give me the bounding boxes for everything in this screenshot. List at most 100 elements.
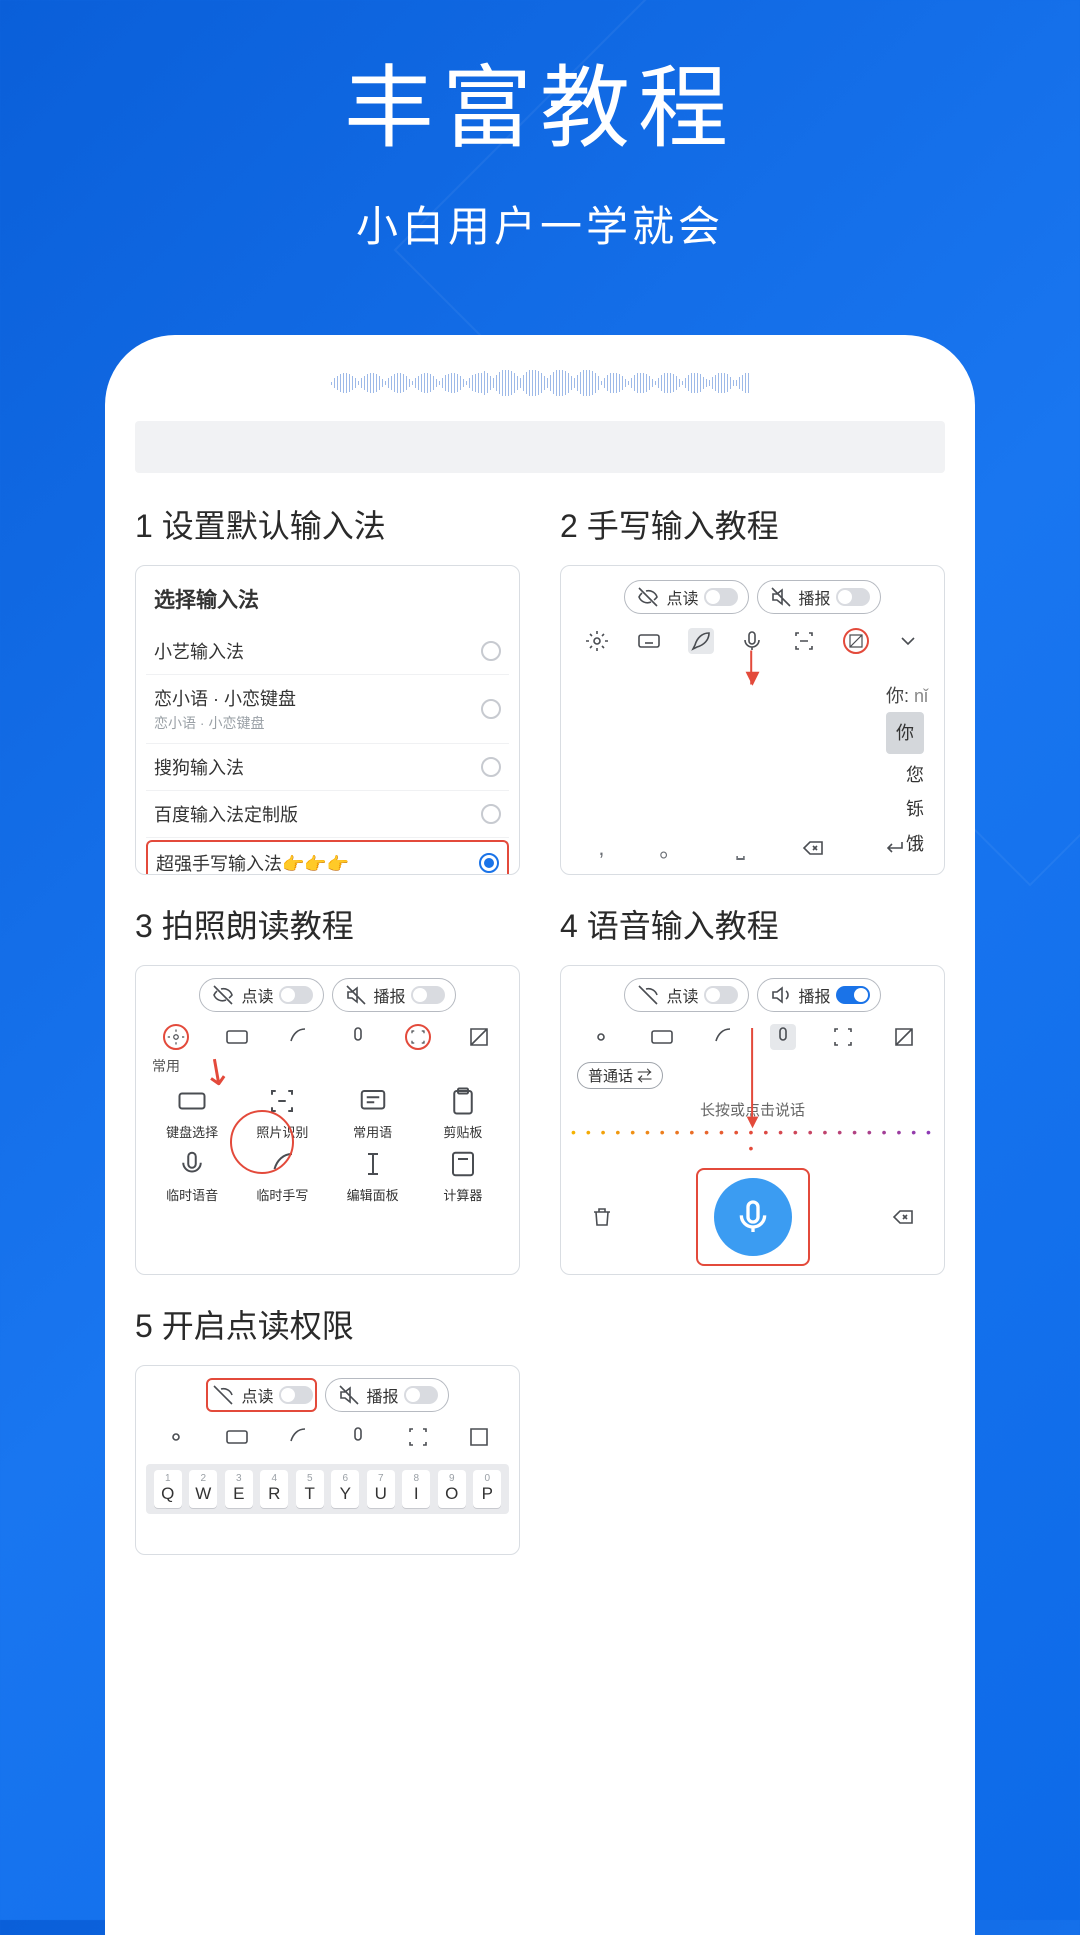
mic-button[interactable] <box>714 1178 792 1256</box>
tool-phrases[interactable]: 常用语 <box>331 1084 415 1141</box>
ime-option[interactable]: 恋小语 · 小恋键盘 恋小语 · 小恋键盘 <box>146 675 509 744</box>
key-Q[interactable]: 1Q <box>154 1470 182 1508</box>
gear-icon[interactable] <box>588 1024 614 1050</box>
tool-keyboard-select[interactable]: 键盘选择 <box>150 1084 234 1141</box>
dianread-toggle[interactable]: 点读 <box>206 1378 316 1412</box>
dianread-label: 点读 <box>666 585 698 609</box>
gear-icon[interactable] <box>584 628 610 654</box>
feather-icon[interactable] <box>284 1424 310 1450</box>
backspace-icon[interactable] <box>890 1204 916 1230</box>
enter-icon[interactable] <box>881 835 907 861</box>
highlight-arrow: │▾ <box>571 660 934 682</box>
key-Y[interactable]: 6Y <box>331 1470 359 1508</box>
tutorial-cell-1: 1 设置默认输入法 选择输入法 小艺输入法 恋小语 · 小恋键盘 恋小语 · 小… <box>135 501 520 875</box>
audio-waveform <box>189 369 891 397</box>
keyboard-icon[interactable] <box>224 1424 250 1450</box>
space-key[interactable]: ⎵ <box>736 835 745 861</box>
keyboard-icon[interactable] <box>224 1024 250 1050</box>
bobao-toggle[interactable]: 播报 <box>332 978 456 1012</box>
candidate[interactable]: 您 <box>906 765 924 785</box>
tutorial-cell-4: 4 语音输入教程 点读 播报 <box>560 901 945 1275</box>
toggle-icon <box>279 1386 313 1404</box>
card-photo-read: 点读 播报 常用 <box>135 965 520 1275</box>
feather-icon[interactable] <box>709 1024 735 1050</box>
dianread-toggle[interactable]: 点读 <box>199 978 323 1012</box>
key-I[interactable]: 8I <box>402 1470 430 1508</box>
tutorial-cell-3: 3 拍照朗读教程 点读 播报 <box>135 901 520 1275</box>
radio-selected-icon <box>479 853 499 873</box>
gear-icon[interactable] <box>163 1424 189 1450</box>
tool-calculator[interactable]: 计算器 <box>421 1147 505 1204</box>
ime-option-label: 小艺输入法 <box>154 638 244 664</box>
tutorial-title-2: 2 手写输入教程 <box>560 501 945 547</box>
key-W[interactable]: 2W <box>189 1470 217 1508</box>
candidate[interactable]: 铄 <box>906 799 924 819</box>
ime-option-selected[interactable]: 超强手写输入法👉👉👉 <box>146 840 509 875</box>
scan-icon[interactable] <box>405 1424 431 1450</box>
gear-icon[interactable] <box>163 1024 189 1050</box>
bobao-label: 播报 <box>799 585 831 609</box>
bobao-toggle[interactable]: 播报 <box>757 978 881 1012</box>
radio-icon <box>481 757 501 777</box>
scan-icon[interactable] <box>405 1024 431 1050</box>
volume-off-icon <box>768 584 794 610</box>
feather-icon[interactable] <box>284 1024 310 1050</box>
radio-icon <box>481 641 501 661</box>
dianread-toggle[interactable]: 点读 <box>624 580 748 614</box>
scan-icon[interactable] <box>791 628 817 654</box>
ime-option-sublabel: 恋小语 · 小恋键盘 <box>154 713 296 733</box>
key-T[interactable]: 5T <box>296 1470 324 1508</box>
keyboard-toolbar <box>146 1418 509 1456</box>
ime-option[interactable]: 百度输入法定制版 <box>146 791 509 838</box>
key-U[interactable]: 7U <box>367 1470 395 1508</box>
tutorial-cell-2: 2 手写输入教程 点读 播报 <box>560 501 945 875</box>
bobao-toggle[interactable]: 播报 <box>325 1378 449 1412</box>
keyboard-icon <box>175 1084 209 1118</box>
keyboard-icon[interactable] <box>649 1024 675 1050</box>
period-key[interactable]: 。 <box>659 832 681 864</box>
tutorial-title-3: 3 拍照朗读教程 <box>135 901 520 947</box>
tool-temp-voice[interactable]: 临时语音 <box>150 1147 234 1204</box>
mic-icon[interactable] <box>345 1024 371 1050</box>
feather-icon[interactable] <box>688 628 714 654</box>
keyboard-icon[interactable] <box>636 628 662 654</box>
key-R[interactable]: 4R <box>260 1470 288 1508</box>
toggle-icon <box>404 1386 438 1404</box>
tool-clipboard[interactable]: 剪贴板 <box>421 1084 505 1141</box>
candidate[interactable]: 你 <box>886 712 924 754</box>
ime-option[interactable]: 小艺输入法 <box>146 628 509 675</box>
eye-off-icon <box>635 982 661 1008</box>
highlight-arrow: ▼ <box>743 1028 763 1126</box>
backspace-icon[interactable] <box>800 835 826 861</box>
key-E[interactable]: 3E <box>225 1470 253 1508</box>
card-read-permission: 点读 播报 1Q2W3E4R5 <box>135 1365 520 1555</box>
mic-icon[interactable] <box>345 1424 371 1450</box>
card-ime-select: 选择输入法 小艺输入法 恋小语 · 小恋键盘 恋小语 · 小恋键盘 搜狗输入法 <box>135 565 520 875</box>
ime-option[interactable]: 搜狗输入法 <box>146 744 509 791</box>
mic-icon <box>733 1197 773 1237</box>
language-switch[interactable]: 普通话 ⇄ <box>577 1062 663 1089</box>
mic-icon <box>175 1147 209 1181</box>
card-voice-input: 点读 播报 ▼ <box>560 965 945 1275</box>
tool-edit-panel[interactable]: 编辑面板 <box>331 1147 415 1204</box>
key-P[interactable]: 0P <box>473 1470 501 1508</box>
collapse-icon[interactable] <box>466 1024 492 1050</box>
toggle-icon <box>411 986 445 1004</box>
chevron-down-icon[interactable] <box>895 628 921 654</box>
comma-key[interactable]: , <box>598 835 604 861</box>
collapse-icon[interactable] <box>891 1024 917 1050</box>
tutorial-title-5: 5 开启点读权限 <box>135 1301 520 1347</box>
collapse-icon[interactable] <box>843 628 869 654</box>
mic-icon[interactable] <box>770 1024 796 1050</box>
collapse-icon[interactable] <box>466 1424 492 1450</box>
ime-option-label: 百度输入法定制版 <box>154 801 298 827</box>
bobao-toggle[interactable]: 播报 <box>757 580 881 614</box>
key-O[interactable]: 9O <box>438 1470 466 1508</box>
dianread-toggle[interactable]: 点读 <box>624 978 748 1012</box>
ime-option-label: 超强手写输入法👉👉👉 <box>156 850 349 875</box>
trash-icon[interactable] <box>589 1204 615 1230</box>
toggle-icon <box>279 986 313 1004</box>
dianread-label: 点读 <box>241 1383 273 1407</box>
toggle-icon <box>836 588 870 606</box>
scan-icon[interactable] <box>830 1024 856 1050</box>
